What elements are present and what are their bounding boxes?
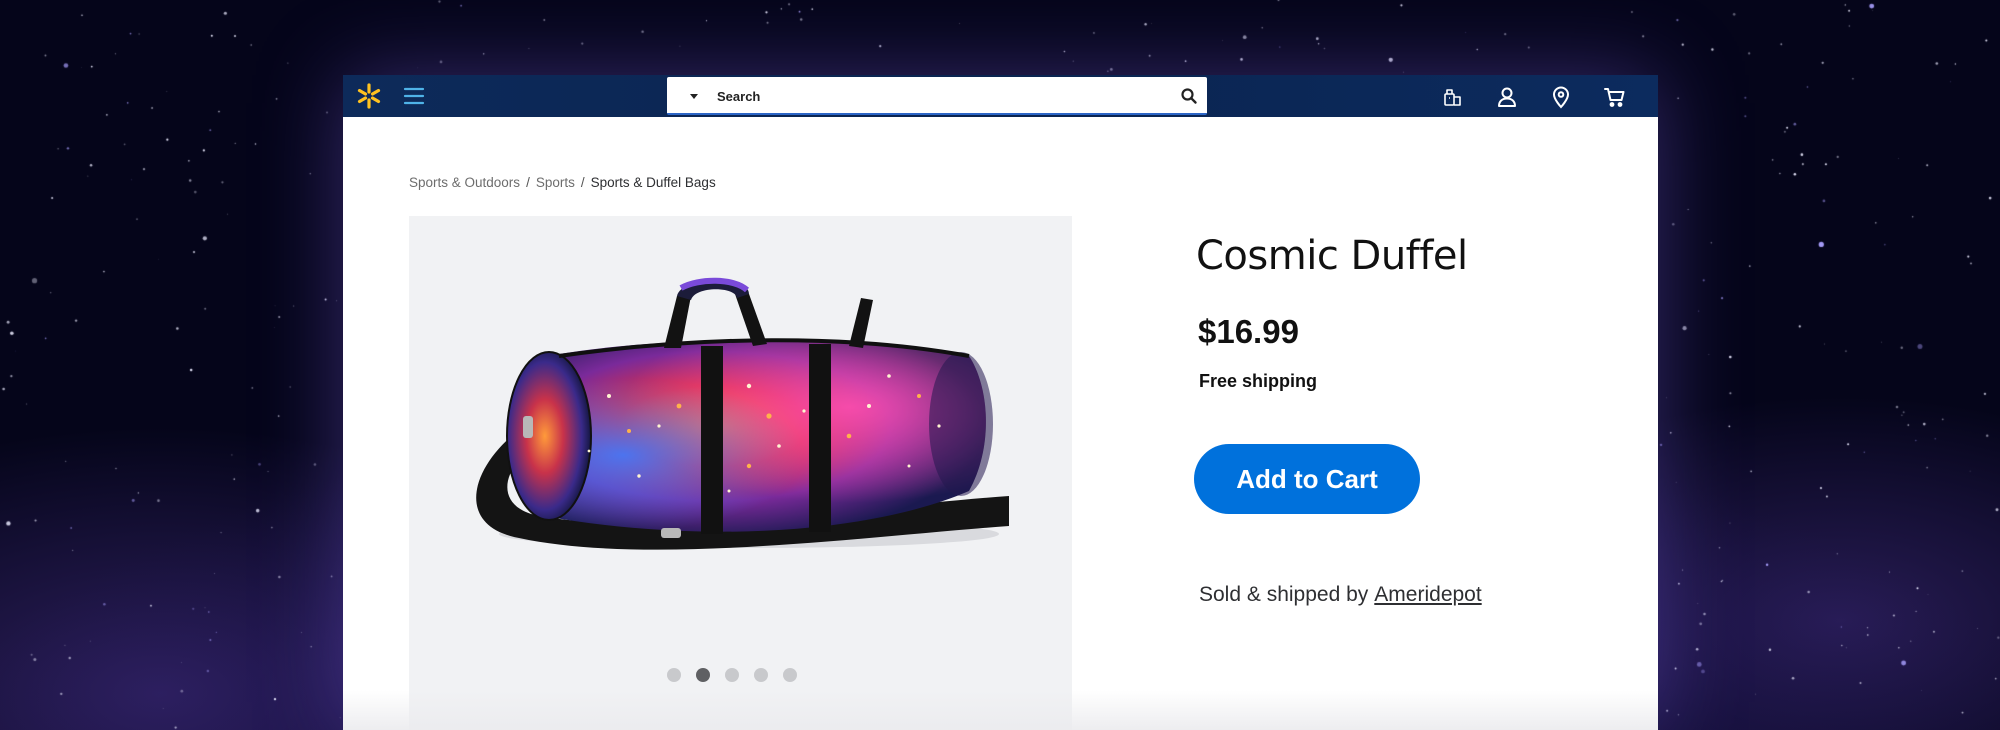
search-icon[interactable] (1179, 86, 1199, 106)
breadcrumb: Sports & Outdoors / Sports / Sports & Duffel… (409, 175, 716, 190)
hamburger-menu-icon[interactable] (403, 85, 425, 107)
carousel-dot-2[interactable] (696, 668, 710, 682)
seller-link[interactable]: Ameridepot (1374, 583, 1481, 606)
location-pin-icon[interactable] (1549, 85, 1573, 109)
breadcrumb-current: Sports & Duffel Bags (590, 175, 716, 190)
spark-icon[interactable] (355, 82, 383, 110)
top-header-bar (343, 75, 1658, 117)
breadcrumb-separator: / (580, 175, 585, 190)
caret-down-icon[interactable] (689, 91, 699, 101)
product-price: $16.99 (1198, 313, 1299, 350)
seller-prefix: Sold & shipped by (1199, 583, 1369, 606)
breadcrumb-link-sports[interactable]: Sports (536, 175, 575, 190)
browser-page: Sports & Outdoors / Sports / Sports & Duffel… (343, 75, 1658, 730)
product-image-duffel-bag[interactable] (449, 276, 1029, 586)
page-bottom-fade (343, 690, 1658, 730)
account-icon[interactable] (1495, 85, 1519, 109)
breadcrumb-link-sports-outdoors[interactable]: Sports & Outdoors (409, 175, 520, 190)
carousel-dot-3[interactable] (725, 668, 739, 682)
carousel-dot-1[interactable] (667, 668, 681, 682)
cart-icon[interactable] (1603, 85, 1627, 109)
add-to-cart-button[interactable]: Add to Cart (1194, 444, 1420, 514)
carousel-dot-4[interactable] (754, 668, 768, 682)
carousel-dot-5[interactable] (783, 668, 797, 682)
seller-info: Sold & shipped by Ameridepot (1199, 583, 1482, 607)
search-bar (667, 77, 1207, 115)
product-image-gallery (409, 216, 1072, 730)
reorder-icon[interactable] (1441, 85, 1465, 109)
breadcrumb-separator: / (526, 175, 530, 190)
shipping-info: Free shipping (1199, 371, 1318, 391)
search-input[interactable] (715, 83, 1159, 109)
product-title: Cosmic Duffel (1196, 233, 1468, 279)
